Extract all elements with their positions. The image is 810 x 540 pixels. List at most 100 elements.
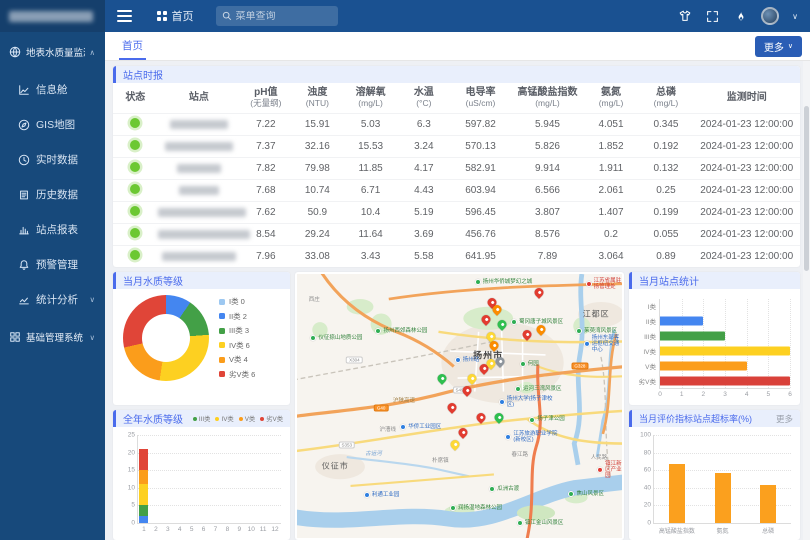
station-name-redacted — [177, 164, 221, 173]
station-pin-yellow[interactable] — [466, 372, 479, 385]
bar-III类[interactable] — [660, 332, 725, 341]
x-tick-label: 7 — [214, 526, 218, 533]
table-row[interactable]: 7.2215.915.036.3597.825.9454.0510.345202… — [113, 113, 800, 135]
exceedance-rate-panel: 当月评价指标站点超标率(%) 更多 020406080100高锰酸盐指数氨氮总磷 — [629, 410, 800, 540]
annual-grade-chart[interactable]: 0510152025123456789101112 — [113, 427, 290, 540]
theme-skin-icon[interactable] — [677, 9, 692, 24]
hamburger-menu-icon[interactable] — [117, 7, 147, 25]
bar-高锰酸盐指数[interactable] — [669, 464, 685, 523]
user-avatar[interactable] — [761, 7, 779, 25]
bar-segment-III类 — [139, 505, 148, 516]
sidebar-item-信息舱[interactable]: 信息舱 — [0, 72, 105, 107]
flame-icon[interactable] — [733, 9, 748, 24]
table-row[interactable]: 8.5429.2411.643.69456.768.5760.20.055202… — [113, 223, 800, 245]
map-panel: 扬州市仪征市江都区沪陕高速古运河春江路朴席镇沪漕线西庄人民路G40G328S49… — [295, 272, 624, 540]
user-menu-chevron-down-icon[interactable]: ∨ — [792, 12, 798, 21]
y-tick-label: 10 — [128, 484, 135, 491]
station-pin-green[interactable] — [495, 318, 508, 331]
table-row[interactable]: 7.3732.1615.533.24570.135.8261.8520.1922… — [113, 135, 800, 157]
station-pin-red[interactable] — [457, 426, 470, 439]
y-category-label: V类 — [645, 361, 656, 371]
sidebar-item-实时数据[interactable]: 实时数据 — [0, 142, 105, 177]
value-cell: 15.53 — [343, 135, 398, 157]
monthly-station-stats-title: 当月站点统计 — [629, 272, 800, 289]
value-cell: 6.566 — [511, 179, 583, 201]
breadcrumb[interactable]: 首页 — [157, 8, 194, 24]
bar-V类[interactable] — [660, 361, 747, 370]
stations-map[interactable]: 扬州市仪征市江都区沪陕高速古运河春江路朴席镇沪漕线西庄人民路G40G328S49… — [297, 274, 622, 538]
table-row[interactable]: 7.8279.9811.854.17582.919.9141.9110.1322… — [113, 157, 800, 179]
station-pin-orange[interactable] — [534, 323, 547, 336]
y-tick-label: 100 — [640, 432, 651, 439]
fullscreen-icon[interactable] — [705, 9, 720, 24]
status-cell — [113, 157, 158, 179]
value-cell: 3.69 — [398, 223, 450, 245]
legend-item[interactable]: I类 0 — [219, 296, 255, 307]
sidebar-item-站点报表[interactable]: 站点报表 — [0, 212, 105, 247]
sidebar-item-统计分析[interactable]: 统计分析∨ — [0, 282, 105, 317]
legend-item[interactable]: 劣V类 — [260, 414, 283, 423]
gridline — [682, 299, 683, 388]
sidebar-item-GIS地图[interactable]: GIS地图 — [0, 107, 105, 142]
station-pin-red[interactable] — [521, 328, 534, 341]
legend-item[interactable]: 劣V类 6 — [219, 369, 255, 380]
station-pin-red[interactable] — [445, 401, 458, 414]
sidebar-item-历史数据[interactable]: 历史数据 — [0, 177, 105, 212]
alert-icon — [18, 259, 30, 271]
stacked-bar[interactable] — [139, 435, 148, 523]
page-scrollbar[interactable] — [803, 61, 810, 540]
station-pin-yellow[interactable] — [448, 438, 461, 451]
sidebar-item-label: GIS地图 — [36, 117, 101, 132]
bar-总磷[interactable] — [760, 485, 776, 523]
legend-item[interactable]: IV类 6 — [219, 340, 255, 351]
water-grade-donut-chart[interactable] — [123, 295, 209, 381]
table-row[interactable]: 7.6250.910.45.19596.453.8071.4070.199202… — [113, 201, 800, 223]
station-name-cell — [158, 157, 240, 179]
annual-grade-title: 全年水质等级 I类II类III类IV类V类劣V类 — [113, 410, 290, 427]
legend-item[interactable]: V类 4 — [219, 354, 255, 365]
station-stats-chart[interactable]: 0123456I类II类III类IV类V类劣V类 — [629, 289, 800, 405]
value-cell: 0.25 — [638, 179, 693, 201]
report-icon — [18, 224, 30, 236]
station-pin-red[interactable] — [532, 286, 545, 299]
value-cell: 4.17 — [398, 157, 450, 179]
legend-item[interactable]: III类 — [193, 414, 211, 423]
value-cell: 0.199 — [638, 201, 693, 223]
station-pin-red[interactable] — [461, 385, 474, 398]
bar-劣V类[interactable] — [660, 376, 790, 385]
table-row[interactable]: 7.9633.083.435.58641.957.893.0640.892024… — [113, 245, 800, 267]
x-tick-label: 9 — [237, 526, 241, 533]
station-pin-green[interactable] — [436, 372, 449, 385]
station-pin-red[interactable] — [480, 313, 493, 326]
breadcrumb-home[interactable]: 首页 — [172, 8, 194, 24]
bar-氨氮[interactable] — [715, 473, 731, 523]
tabs-more-button[interactable]: 更多∨ — [755, 36, 802, 57]
legend-item[interactable]: IV类 — [215, 414, 233, 423]
bar-IV类[interactable] — [660, 346, 790, 355]
poi-icon — [584, 341, 590, 347]
search-input[interactable] — [236, 11, 326, 22]
legend-item[interactable]: III类 3 — [219, 325, 255, 336]
value-cell: 7.68 — [240, 179, 292, 201]
tab-home[interactable]: 首页 — [119, 32, 146, 60]
table-row[interactable]: 7.6810.746.714.43603.946.5662.0610.25202… — [113, 179, 800, 201]
station-pin-green[interactable] — [492, 412, 505, 425]
map-label: 西庄 — [309, 295, 320, 303]
tabbar: 首页 更多∨ — [105, 32, 810, 61]
legend-swatch — [219, 328, 225, 334]
legend-item[interactable]: II类 2 — [219, 311, 255, 322]
sidebar-section-1[interactable]: 基础管理系统∨ — [0, 317, 105, 357]
map-label: 春江路 — [511, 450, 528, 458]
sidebar-section-0[interactable]: 地表水质量监测系统∧ — [0, 32, 105, 72]
status-cell — [113, 245, 158, 267]
monthly-station-stats-panel: 当月站点统计 0123456I类II类III类IV类V类劣V类 — [629, 272, 800, 405]
legend-item[interactable]: V类 — [239, 414, 256, 423]
exceedance-more-link[interactable]: 更多 — [776, 413, 793, 425]
bar-II类[interactable] — [660, 317, 703, 326]
map-poi-label: 江苏旅游职业学院(新校区) — [505, 431, 563, 443]
sidebar-item-预警管理[interactable]: 预警管理 — [0, 247, 105, 282]
scrollbar-thumb[interactable] — [804, 106, 809, 271]
exceedance-chart[interactable]: 020406080100高锰酸盐指数氨氮总磷 — [629, 427, 800, 540]
menu-search[interactable] — [216, 6, 338, 26]
station-pin-red[interactable] — [475, 412, 488, 425]
